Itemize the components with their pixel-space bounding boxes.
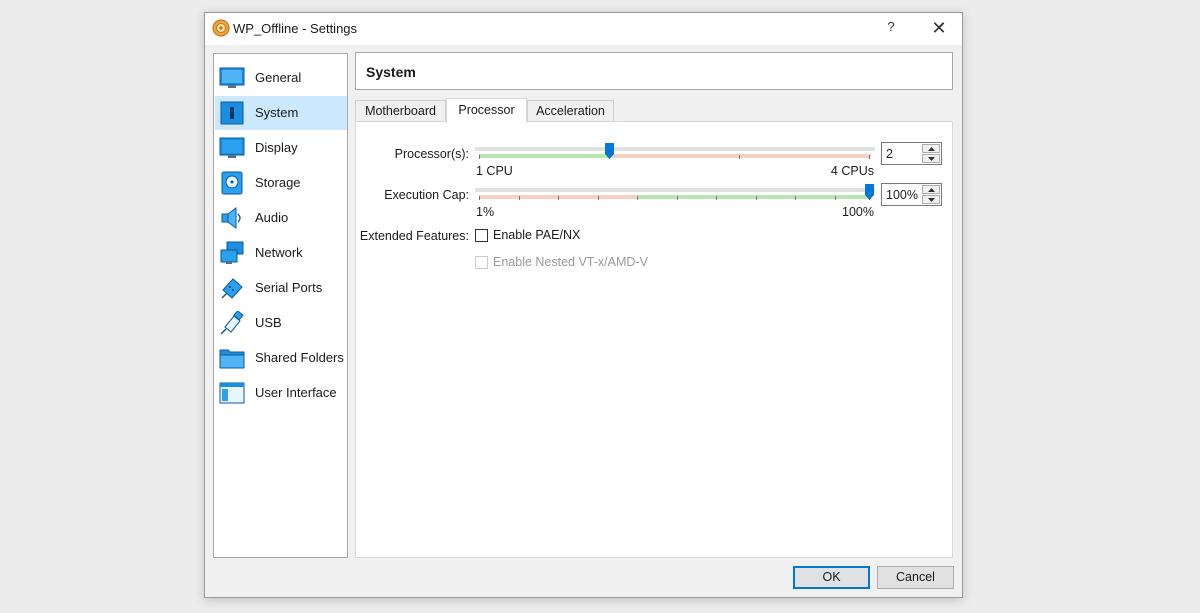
display-icon — [219, 137, 245, 158]
storage-icon — [221, 171, 243, 195]
processors-value: 2 — [886, 147, 893, 161]
execution-cap-value: 100% — [886, 188, 918, 202]
sidebar-item-serial-ports[interactable]: Serial Ports — [215, 271, 347, 305]
page-header: System — [355, 52, 953, 90]
audio-icon — [221, 207, 241, 229]
close-button[interactable]: ✕ — [925, 17, 953, 41]
sidebar-item-label: Serial Ports — [255, 280, 323, 295]
enable-nested-vtx-checkbox: Enable Nested VT-x/AMD-V — [475, 255, 648, 269]
processors-spinbox[interactable]: 2 — [881, 142, 942, 165]
slider-tick — [795, 196, 796, 200]
execution-cap-min-label: 1% — [476, 205, 495, 219]
spin-down-button[interactable] — [922, 195, 940, 204]
sidebar-item-label: Display — [255, 140, 298, 155]
sidebar-item-user-interface[interactable]: User Interface — [215, 376, 347, 410]
slider-tick — [716, 196, 717, 200]
sidebar-item-network[interactable]: Network — [215, 236, 347, 270]
sidebar-item-label: General — [255, 70, 302, 85]
processor-panel: Processor(s): 2 1 CPU 4 CPUs Execution C… — [355, 121, 953, 558]
page-title: System — [366, 64, 416, 80]
sidebar-item-usb[interactable]: USB — [215, 306, 347, 340]
sidebar-item-label: Storage — [255, 175, 301, 190]
slider-tick — [637, 196, 638, 200]
execution-cap-spinbox[interactable]: 100% — [881, 183, 942, 206]
sidebar-item-general[interactable]: General — [215, 61, 347, 95]
extended-features-label: Extended Features: — [359, 229, 469, 243]
sidebar-item-system[interactable]: System — [215, 96, 347, 130]
slider-safe-zone — [479, 154, 609, 158]
slider-tick — [479, 155, 480, 159]
tab-motherboard[interactable]: Motherboard — [355, 100, 446, 122]
execution-cap-label: Execution Cap: — [384, 188, 469, 202]
checkbox-box[interactable] — [475, 228, 488, 242]
slider-tick — [739, 155, 740, 159]
sidebar-item-label: Audio — [255, 210, 289, 225]
enable-nested-vtx-label: Enable Nested VT-x/AMD-V — [493, 255, 648, 269]
slider-tick — [479, 196, 480, 200]
execution-cap-max-label: 100% — [842, 205, 874, 219]
sidebar-item-display[interactable]: Display — [215, 131, 347, 165]
ok-button[interactable]: OK — [793, 566, 870, 589]
sidebar-item-label: Network — [255, 245, 303, 260]
slider-track — [475, 188, 875, 192]
processors-max-label: 4 CPUs — [830, 164, 874, 178]
cancel-button[interactable]: Cancel — [877, 566, 954, 589]
enable-pae-checkbox[interactable]: Enable PAE/NX — [475, 228, 580, 242]
slider-tick — [835, 196, 836, 200]
sidebar-item-label: USB — [255, 315, 282, 330]
general-icon — [219, 67, 245, 88]
chevron-up-icon — [927, 146, 935, 151]
system-icon — [220, 101, 244, 125]
checkbox-box — [475, 255, 488, 269]
slider-tick — [519, 196, 520, 200]
sidebar-item-storage[interactable]: Storage — [215, 166, 347, 200]
chevron-down-icon — [927, 197, 935, 202]
sidebar-item-label: User Interface — [255, 385, 337, 400]
enable-pae-label: Enable PAE/NX — [493, 228, 581, 242]
slider-warning-zone — [609, 154, 871, 158]
processors-label: Processor(s): — [394, 147, 469, 161]
spin-up-button[interactable] — [922, 144, 940, 153]
spin-down-button[interactable] — [922, 154, 940, 163]
help-button[interactable]: ? — [877, 19, 905, 39]
sidebar-item-shared-folders[interactable]: Shared Folders — [215, 341, 347, 375]
spin-up-button[interactable] — [922, 185, 940, 194]
slider-tick — [756, 196, 757, 200]
virtualbox-app-icon — [212, 19, 230, 37]
slider-tick — [598, 196, 599, 200]
tab-processor[interactable]: Processor — [446, 98, 527, 123]
slider-tick — [869, 155, 870, 159]
slider-track — [475, 147, 875, 151]
title-bar: WP_Offline - Settings ? ✕ — [205, 13, 962, 45]
processors-min-label: 1 CPU — [476, 164, 513, 178]
window-title: WP_Offline - Settings — [233, 21, 358, 36]
serial-ports-icon — [221, 278, 243, 299]
chevron-up-icon — [927, 187, 935, 192]
tab-acceleration[interactable]: Acceleration — [527, 100, 614, 122]
slider-thumb[interactable] — [865, 184, 874, 200]
slider-tick — [558, 196, 559, 200]
shared-folders-icon — [219, 349, 245, 369]
sidebar-item-label: System — [255, 105, 299, 120]
usb-icon — [220, 311, 244, 335]
slider-tick — [677, 196, 678, 200]
chevron-down-icon — [927, 156, 935, 161]
settings-dialog: WP_Offline - Settings ? ✕ General System — [204, 12, 963, 598]
settings-sidebar: General System Display Storage Audio Net… — [213, 53, 348, 558]
slider-thumb[interactable] — [605, 143, 614, 159]
sidebar-item-label: Shared Folders — [255, 350, 344, 365]
user-interface-icon — [219, 382, 245, 404]
sidebar-item-audio[interactable]: Audio — [215, 201, 347, 235]
network-icon — [220, 241, 244, 264]
